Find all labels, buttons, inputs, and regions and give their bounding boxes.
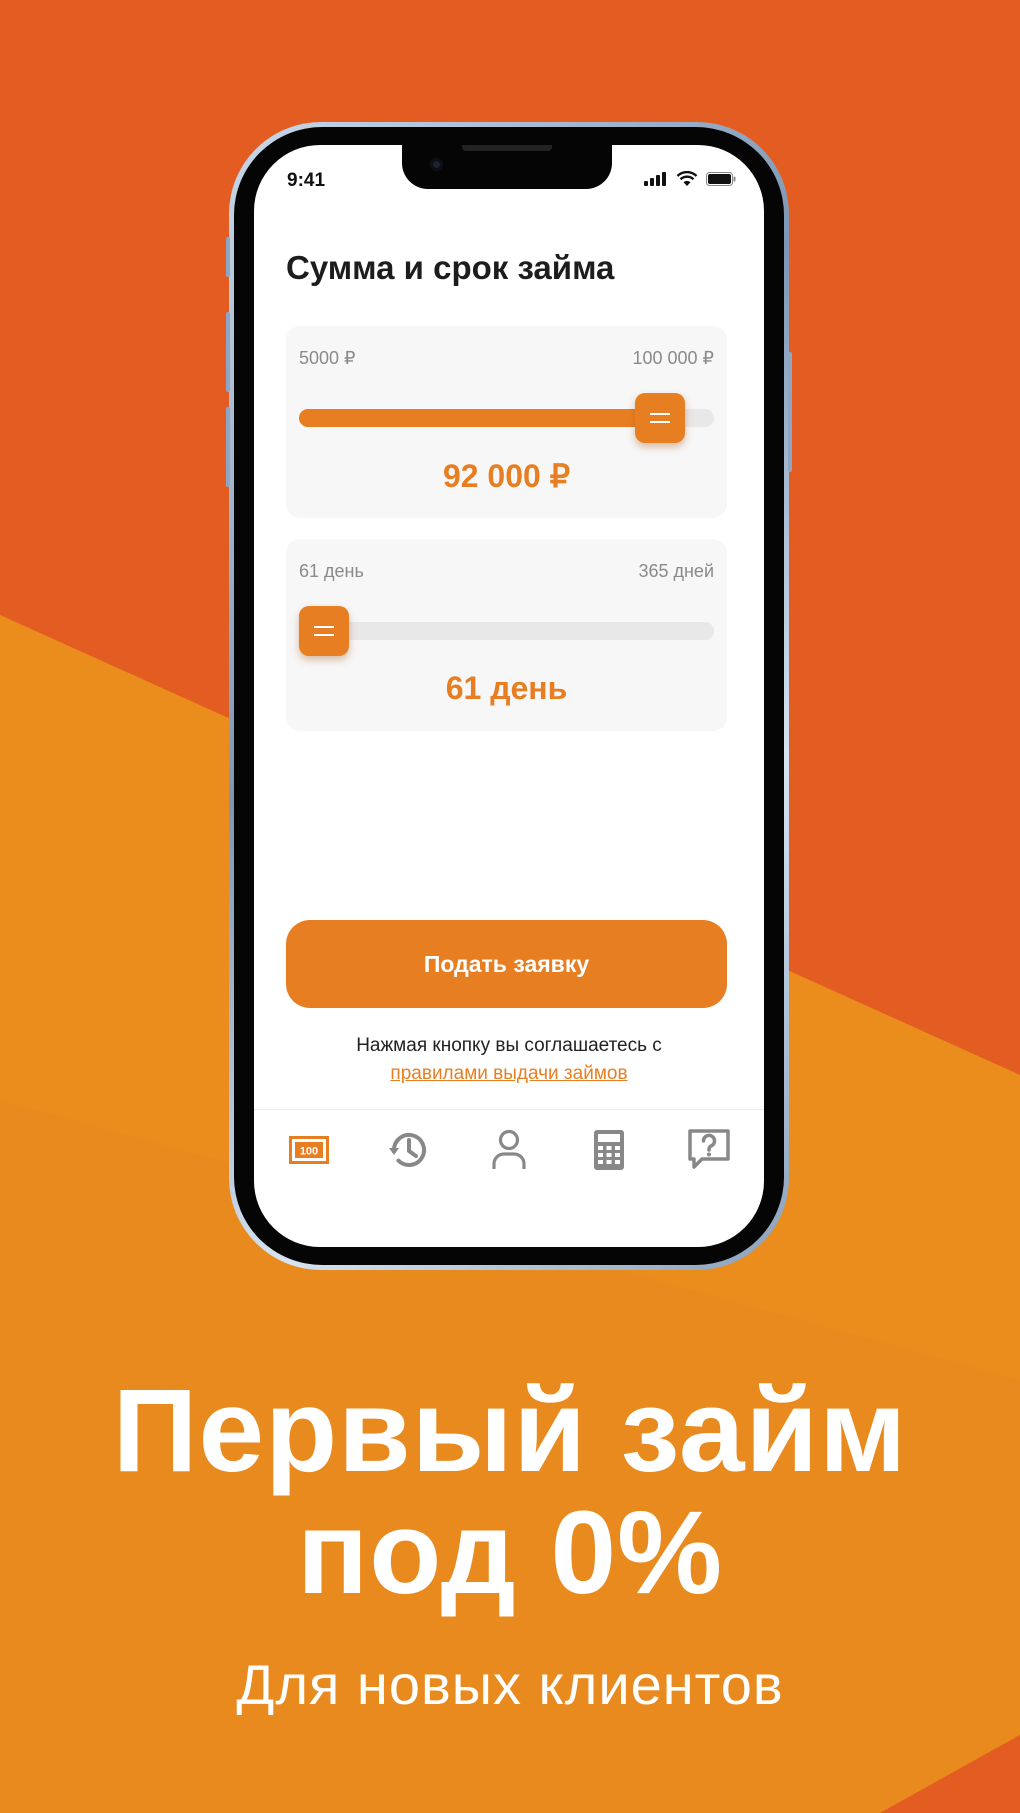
consent-text-block: Нажмая кнопку вы соглашаетесь с правилам… <box>254 1032 764 1088</box>
term-slider-card: 61 день 365 дней 61 день <box>286 539 727 731</box>
camera-icon <box>430 158 443 171</box>
amount-slider-fill <box>299 409 660 427</box>
status-icons <box>644 171 736 187</box>
tab-history[interactable] <box>386 1127 432 1173</box>
calculator-icon <box>594 1130 624 1170</box>
promo-headline-line1: Первый займ <box>112 1365 908 1497</box>
page-title: Сумма и срок займа <box>286 249 615 286</box>
profile-icon <box>492 1129 526 1169</box>
wifi-icon <box>676 171 698 186</box>
term-value: 61 день <box>445 670 568 706</box>
consent-text: Нажмая кнопку вы соглашаетесь с <box>356 1035 662 1056</box>
amount-slider-track[interactable] <box>299 393 714 443</box>
amount-max-label: 100 000 ₽ <box>632 348 714 368</box>
notch <box>402 145 612 189</box>
banknote-text: 100 <box>300 1146 318 1158</box>
tab-profile[interactable] <box>486 1127 532 1173</box>
help-chat-icon <box>688 1129 730 1169</box>
signal-icon <box>644 172 666 186</box>
amount-value: 92 000 ₽ <box>442 458 571 494</box>
app-screen: 9:41 Сумма и срок займа 5000 ₽ 100 000 ₽… <box>254 145 764 1247</box>
promo-headline: Первый займ под 0% <box>0 1370 1020 1614</box>
tab-calculator[interactable] <box>586 1127 632 1173</box>
term-max-label: 365 дней <box>638 561 714 581</box>
tab-help[interactable] <box>686 1127 732 1173</box>
battery-icon <box>706 172 736 186</box>
amount-min-label: 5000 ₽ <box>299 348 356 368</box>
promo-subtitle: Для новых клиентов <box>236 1653 784 1716</box>
tab-loans[interactable]: 100 <box>286 1127 332 1173</box>
banknote-icon: 100 <box>289 1136 329 1164</box>
term-min-label: 61 день <box>299 561 364 581</box>
submit-application-button[interactable]: Подать заявку <box>286 920 727 1008</box>
term-slider-handle[interactable] <box>299 606 349 656</box>
amount-slider-handle[interactable] <box>634 393 685 443</box>
phone-mockup: 9:41 Сумма и срок займа 5000 ₽ 100 000 ₽… <box>226 122 792 1270</box>
status-time: 9:41 <box>287 170 326 191</box>
promo-headline-line2: под 0% <box>296 1487 724 1619</box>
history-icon <box>389 1133 426 1167</box>
amount-slider-card: 5000 ₽ 100 000 ₽ 92 000 ₽ <box>286 326 727 518</box>
bottom-tab-bar: 100 <box>254 1109 764 1199</box>
loan-rules-link[interactable]: правилами выдачи займов <box>390 1063 627 1084</box>
term-slider-track[interactable] <box>299 606 714 656</box>
